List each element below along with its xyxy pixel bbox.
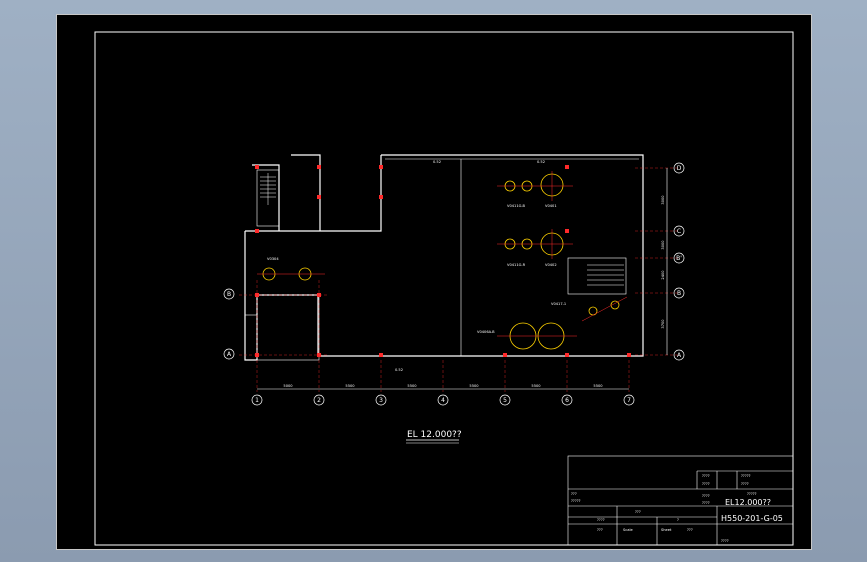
tb-cell: ????: [721, 539, 729, 543]
grid-bubble-4: 4: [441, 397, 445, 404]
equipment-group-2: V0411G-R V0402: [497, 229, 573, 267]
grid-bubble-D: D: [677, 165, 682, 172]
dim-text: 5500: [531, 384, 541, 388]
tb-drawing-title: EL12.000??: [725, 498, 771, 507]
equipment-group-1: V0411G-B V0401: [497, 171, 573, 208]
dim-text: 5500: [345, 384, 355, 388]
dimension-right: 3000 3000 2400 3700: [661, 168, 668, 355]
tb-cell: ????: [702, 501, 710, 505]
equipment-label: V0304: [267, 257, 279, 261]
tb-cell: ????: [741, 482, 749, 486]
dim-text: 5000: [283, 384, 293, 388]
equipment-label: V0402: [545, 263, 557, 267]
equipment-group-3: V0406A-B V0417-1: [477, 296, 628, 350]
grid-bubbles-bottom: 1 2 3 4 5 6 7: [251, 394, 635, 406]
grid-bubble-1: 1: [255, 397, 259, 404]
level-mark: 0.52: [433, 160, 441, 164]
tb-cell: ???: [571, 492, 577, 496]
building-outline: [244, 154, 644, 361]
dim-text: 5500: [407, 384, 417, 388]
grid-bubble-7: 7: [627, 397, 631, 404]
level-mark: 0.52: [395, 368, 403, 372]
grid-bubble-left-A: A: [227, 351, 232, 358]
grid-bubble-2: 2: [317, 397, 321, 404]
grid-bubble-B: B: [677, 290, 681, 297]
tb-cell: ?????: [741, 474, 751, 478]
tb-drawing-number: H550-201-G-05: [721, 514, 783, 523]
dim-text: 5500: [593, 384, 603, 388]
grid-bubble-6: 6: [565, 397, 569, 404]
tb-sheet: Sheet: [661, 528, 672, 532]
tb-cell: ????: [597, 518, 605, 522]
dim-text: 3000: [661, 195, 665, 205]
equipment-label: V0411G-B: [507, 204, 526, 208]
tb-cell: ???: [597, 528, 603, 532]
dim-text: 2400: [661, 270, 665, 280]
stair-left: [260, 173, 276, 205]
grid-bubble-B-prime: B': [676, 255, 682, 262]
grid-bubble-A: A: [677, 352, 682, 359]
grid-bubbles-right: D C B' B A: [673, 162, 685, 361]
cad-viewport[interactable]: 5000 5500 5500 5500 5500 5500 3000 3000 …: [56, 14, 812, 550]
floor-plan-drawing: 5000 5500 5500 5500 5500 5500 3000 3000 …: [94, 31, 794, 546]
tb-scale: Scale: [623, 528, 633, 532]
grid-bubble-C: C: [677, 228, 681, 235]
tb-cell: ???: [687, 528, 693, 532]
equipment-group-4: V0304: [257, 257, 325, 281]
drawing-frame: [94, 31, 794, 546]
tb-cell: ????: [702, 482, 710, 486]
columns: [255, 165, 631, 357]
equipment-label: V0401: [545, 204, 557, 208]
plan-title: EL 12.000??: [407, 430, 462, 440]
grid-bubble-3: 3: [379, 397, 383, 404]
drawing-title: EL 12.000??: [406, 430, 462, 444]
dim-text: 3000: [661, 240, 665, 250]
stair-right: [567, 257, 627, 295]
equipment-label: V0417-1: [551, 302, 566, 306]
equipment-label: V0406A-B: [477, 330, 495, 334]
tb-cell: ????: [702, 474, 710, 478]
grid-bubble-left-B: B: [227, 291, 231, 298]
equipment-label: V0411G-R: [507, 263, 526, 267]
grid-bubbles-left: B A: [223, 288, 235, 360]
tb-cell: ?????: [571, 499, 581, 503]
dim-text: 5500: [469, 384, 479, 388]
dim-text: 3700: [661, 319, 665, 329]
tb-cell: ?????: [747, 492, 757, 496]
grid-bubble-5: 5: [503, 397, 507, 404]
level-mark: 0.52: [537, 160, 545, 164]
tb-project: ???: [635, 510, 641, 514]
tb-cell: ????: [702, 494, 710, 498]
tb-cell: ?: [677, 518, 679, 522]
